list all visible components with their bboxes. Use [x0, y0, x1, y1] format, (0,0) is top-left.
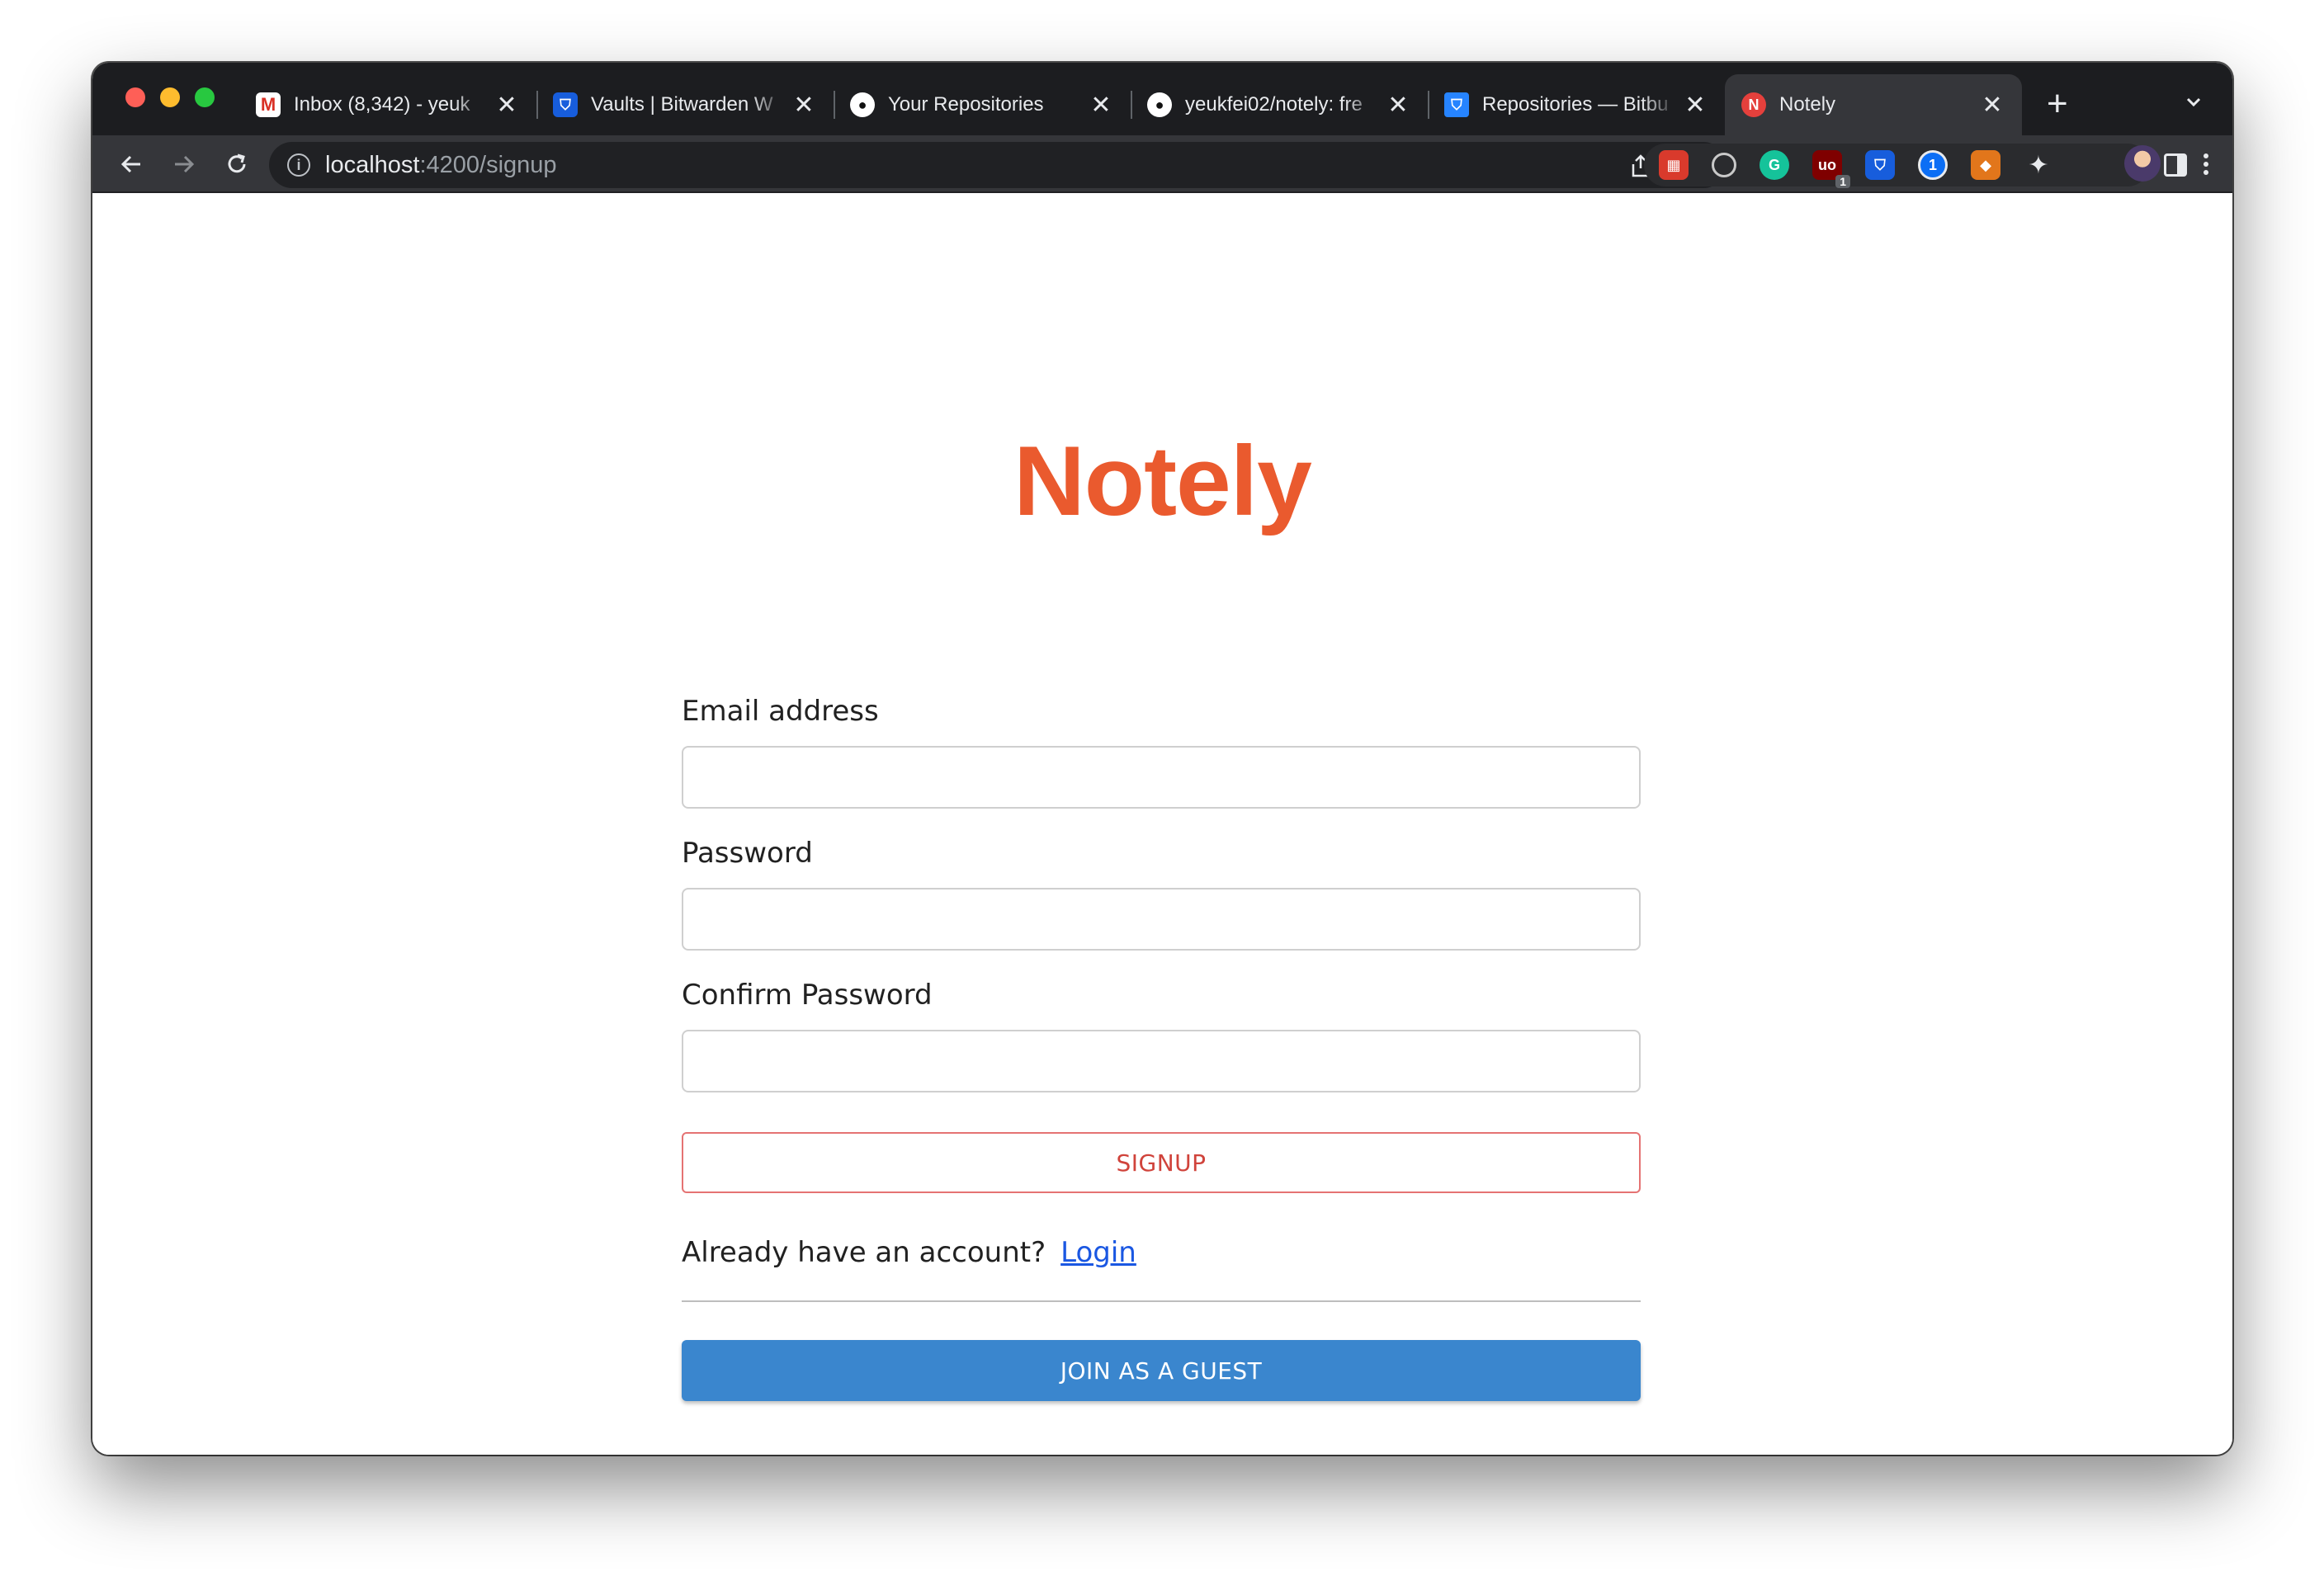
tab-title: Vaults | Bitwarden W: [591, 93, 773, 116]
browser-menu-icon[interactable]: [2194, 150, 2218, 180]
back-arrow-icon: [120, 155, 140, 173]
tab-close-icon[interactable]: ✕: [1089, 91, 1112, 120]
window-controls: [125, 87, 215, 107]
tab-search-chevron-icon[interactable]: [2185, 94, 2202, 111]
tab-strip: M Inbox (8,342) - yeuk ✕ ⛉ Vaults | Bitw…: [92, 63, 2232, 135]
tab-close-icon[interactable]: ✕: [1684, 91, 1707, 120]
gmail-icon: M: [256, 92, 281, 117]
site-info-icon[interactable]: i: [287, 153, 310, 177]
profile-avatar[interactable]: [2124, 145, 2161, 182]
bitwarden-extension-icon[interactable]: ⛉: [1865, 150, 1895, 180]
close-window-button[interactable]: [125, 87, 145, 107]
extensions-bar: ▦ G uo 1 ⛉ 1 ◆ ✦: [1644, 144, 2149, 188]
browser-toolbar: i localhost:4200/signup ▦ G uo 1 ⛉ 1 ◆ ✦: [92, 135, 2232, 193]
tab-title: Repositories — Bitbu: [1482, 93, 1669, 116]
ublock-glyph: uo: [1818, 156, 1836, 173]
minimize-window-button[interactable]: [160, 87, 180, 107]
tab-title: yeukfei02/notely: fre: [1185, 93, 1363, 116]
github-icon: ●: [850, 92, 875, 117]
ublock-icon[interactable]: uo 1: [1812, 150, 1850, 188]
forward-arrow-icon: [175, 155, 195, 173]
side-panel-icon[interactable]: [2164, 153, 2187, 177]
password-field[interactable]: [682, 888, 1641, 951]
join-as-guest-button[interactable]: JOIN AS A GUEST: [682, 1340, 1641, 1401]
login-link[interactable]: Login: [1060, 1236, 1136, 1269]
tab-gmail[interactable]: M Inbox (8,342) - yeuk ✕: [239, 74, 536, 135]
new-tab-button[interactable]: +: [2047, 83, 2068, 125]
confirm-password-field[interactable]: [682, 1030, 1641, 1092]
tab-bitbucket-repositories[interactable]: ⛉ Repositories — Bitbu ✕: [1428, 74, 1725, 135]
tab-close-icon[interactable]: ✕: [1386, 91, 1410, 120]
address-bar[interactable]: i localhost:4200/signup: [269, 142, 1726, 188]
tab-close-icon[interactable]: ✕: [1981, 91, 2004, 120]
notely-icon: N: [1741, 92, 1766, 117]
forward-button[interactable]: [168, 149, 200, 180]
tab-notely-repo[interactable]: ● yeukfei02/notely: fre ✕: [1131, 74, 1428, 135]
reload-button[interactable]: [221, 149, 253, 180]
email-field[interactable]: [682, 746, 1641, 809]
tab-your-repositories[interactable]: ● Your Repositories ✕: [834, 74, 1131, 135]
login-prompt: Already have an account? Login: [682, 1236, 1136, 1269]
divider: [682, 1300, 1641, 1302]
onepassword-icon[interactable]: 1: [1918, 150, 1948, 180]
tab-notely[interactable]: N Notely ✕: [1725, 74, 2022, 135]
bitwarden-icon: ⛉: [553, 92, 578, 117]
confirm-password-label: Confirm Password: [682, 979, 933, 1012]
metamask-icon[interactable]: ◆: [1971, 150, 2000, 180]
browser-window: M Inbox (8,342) - yeuk ✕ ⛉ Vaults | Bitw…: [92, 63, 2232, 1455]
tabs: M Inbox (8,342) - yeuk ✕ ⛉ Vaults | Bitw…: [239, 74, 2022, 135]
app-logo: Notely: [1013, 426, 1312, 536]
email-label: Email address: [682, 695, 879, 728]
signup-page: Notely Email address Password Confirm Pa…: [92, 193, 2232, 1455]
have-account-text: Already have an account?: [682, 1236, 1046, 1269]
extension-2-icon[interactable]: [1712, 153, 1736, 177]
url-host: localhost: [325, 151, 420, 178]
tab-close-icon[interactable]: ✕: [792, 91, 815, 120]
reload-icon: [228, 153, 246, 173]
bitbucket-icon: ⛉: [1444, 92, 1469, 117]
tab-close-icon[interactable]: ✕: [495, 91, 518, 120]
signup-button[interactable]: SIGNUP: [682, 1132, 1641, 1193]
github-icon: ●: [1147, 92, 1172, 117]
zoom-window-button[interactable]: [195, 87, 215, 107]
url-path: :4200/signup: [419, 151, 557, 178]
grammarly-icon[interactable]: G: [1760, 150, 1789, 180]
ublock-badge: 1: [1835, 175, 1850, 188]
tab-title: Inbox (8,342) - yeuk: [294, 93, 470, 116]
extensions-puzzle-icon[interactable]: ✦: [2024, 150, 2053, 180]
password-label: Password: [682, 837, 813, 870]
back-button[interactable]: [116, 149, 147, 180]
tab-bitwarden-vaults[interactable]: ⛉ Vaults | Bitwarden W ✕: [536, 74, 834, 135]
tab-title: Notely: [1779, 93, 1836, 116]
extension-1-icon[interactable]: ▦: [1659, 150, 1689, 180]
tab-title: Your Repositories: [888, 93, 1044, 116]
